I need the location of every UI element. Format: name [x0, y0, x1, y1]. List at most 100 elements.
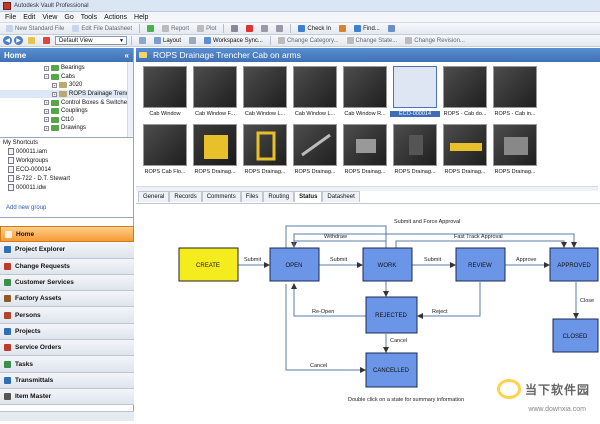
thumbnail-item[interactable]: ROPS Drainag...	[240, 124, 290, 175]
new-standard-file-button[interactable]: New Standard File	[3, 24, 67, 34]
change-category-button[interactable]: Change Category...	[275, 36, 342, 46]
label-fast-track-approval: Fast Track Approval	[454, 234, 503, 240]
tree-item-ct10[interactable]: + Ct10	[0, 116, 133, 125]
tree-item-rops-drainage[interactable]: + ROPS Drainage Trench	[0, 89, 133, 99]
tab-records[interactable]: Records	[169, 191, 202, 202]
expand-icon[interactable]: +	[44, 117, 49, 123]
tab-comments[interactable]: Comments	[201, 191, 241, 202]
check-in-button[interactable]: Check In	[295, 24, 334, 34]
find-button[interactable]: Find...	[351, 24, 383, 34]
menu-actions[interactable]: Actions	[104, 14, 127, 21]
shortcut-item[interactable]: 000011.iam	[3, 147, 130, 156]
edit-file-datasheet-button[interactable]: Edit File Datasheet	[69, 24, 135, 34]
tab-routing[interactable]: Routing	[263, 191, 295, 202]
shortcut-item[interactable]: 000011.idw	[3, 183, 130, 192]
thumbnail-item[interactable]: Cab Window	[140, 66, 190, 117]
menu-bar: File Edit View Go Tools Actions Help	[0, 12, 600, 23]
expand-icon[interactable]: +	[52, 82, 57, 88]
nav-persons[interactable]: Persons	[0, 307, 134, 324]
add-new-group-link[interactable]: Add new group	[6, 205, 46, 211]
folder-up-icon	[28, 37, 35, 44]
thumbnail-item[interactable]: Cab Window F...	[190, 66, 240, 117]
thumbnail-item-selected[interactable]: ECO-000014	[390, 66, 440, 117]
menu-view[interactable]: View	[42, 14, 57, 21]
main-toolbar: New Standard File Edit File Datasheet Re…	[0, 23, 600, 35]
menu-edit[interactable]: Edit	[23, 14, 35, 21]
shortcut-item[interactable]: B-722 - D.T. Stewart	[3, 174, 130, 183]
thumbnail-item[interactable]: ROPS Drainag...	[490, 124, 540, 175]
check-out-button[interactable]	[336, 24, 349, 34]
expand-icon[interactable]: +	[44, 125, 49, 131]
thumbnail-item[interactable]: ROPS - Cab in...	[490, 66, 540, 117]
workspace-sync-button[interactable]: Workspace Sync...	[201, 36, 266, 46]
state-approved-label: APPROVED	[557, 263, 591, 269]
check-in-icon	[298, 25, 306, 32]
tab-general[interactable]: General	[138, 191, 170, 202]
shortcut-item[interactable]: ECO-000014	[3, 165, 130, 174]
back-button[interactable]: ◀	[3, 36, 12, 45]
thumbnail-item[interactable]: ROPS Cab Flo...	[140, 124, 190, 175]
home-button[interactable]	[40, 36, 53, 46]
nav-change-requests[interactable]: Change Requests	[0, 258, 134, 275]
nav-item-master[interactable]: Item Master	[0, 388, 134, 406]
thumbnail-item[interactable]: Cab Window L...	[240, 66, 290, 117]
tree-item-drawings[interactable]: + Drawings	[0, 124, 133, 133]
thumbnail-item[interactable]: ROPS Drainag...	[190, 124, 240, 175]
copy-button[interactable]	[258, 24, 271, 34]
collapse-chevron-icon[interactable]: «	[125, 51, 129, 60]
nav-transmittals[interactable]: Transmittals	[0, 372, 134, 389]
menu-file[interactable]: File	[5, 14, 16, 21]
collapse-icon[interactable]: −	[44, 74, 49, 80]
up-level-button[interactable]	[25, 36, 38, 46]
nav-customer-services[interactable]: Customer Services	[0, 274, 134, 292]
tree-item-control-boxes[interactable]: + Control Boxes & Switches	[0, 98, 133, 107]
tree-item-3020[interactable]: +3020	[0, 81, 133, 90]
nav-project-explorer[interactable]: Project Explorer	[0, 242, 134, 259]
shortcut-item[interactable]: Workgroups	[3, 156, 130, 165]
tree-item-bearings[interactable]: + Bearings	[0, 64, 133, 73]
tree-item-couplings[interactable]: + Couplings	[0, 107, 133, 116]
thumbnail-item[interactable]: Cab Window L...	[290, 66, 340, 117]
menu-go[interactable]: Go	[64, 14, 73, 21]
thumbnail-item[interactable]: ROPS Drainag...	[390, 124, 440, 175]
label-submit: Submit	[244, 257, 262, 263]
expand-icon[interactable]: +	[44, 100, 49, 106]
layout-button[interactable]: Layout	[151, 36, 184, 46]
expand-icon[interactable]: +	[52, 91, 57, 97]
thumbnail-item[interactable]: ROPS Drainag...	[290, 124, 340, 175]
nav-home[interactable]: Home	[0, 226, 134, 243]
nav-service-orders[interactable]: Service Orders	[0, 340, 134, 357]
toolbar-divider	[290, 24, 292, 33]
filter-button[interactable]	[186, 36, 199, 46]
expand-icon[interactable]: +	[44, 65, 49, 71]
arrow-left-icon: ◀	[5, 38, 10, 44]
project-explorer-icon	[4, 246, 11, 254]
refresh-button[interactable]	[144, 24, 157, 34]
menu-help[interactable]: Help	[134, 14, 148, 21]
report-button[interactable]: Report	[159, 24, 192, 34]
delete-button[interactable]	[243, 24, 256, 34]
expand-icon[interactable]: +	[44, 108, 49, 114]
thumbnail-item[interactable]: ROPS - Cab do...	[440, 66, 490, 117]
thumbnail-item[interactable]: ROPS Drainag...	[340, 124, 390, 175]
view-icons-button[interactable]	[136, 36, 149, 46]
thumbnail-item[interactable]: ROPS Drainag...	[440, 124, 490, 175]
tree-item-cabs[interactable]: − Cabs	[0, 73, 133, 82]
forward-button[interactable]: ▶	[14, 36, 23, 45]
change-state-button[interactable]: Change State...	[344, 36, 401, 46]
nav-factory-assets[interactable]: Factory Assets	[0, 291, 134, 308]
plot-button[interactable]: Plot	[194, 24, 219, 34]
tree-scrollbar[interactable]	[127, 62, 133, 137]
nav-tasks[interactable]: Tasks	[0, 356, 134, 373]
print-button[interactable]	[228, 24, 241, 34]
search-button[interactable]	[385, 24, 398, 34]
change-revision-button[interactable]: Change Revision...	[402, 36, 468, 46]
tab-status[interactable]: Status	[294, 191, 323, 202]
thumbnail-item[interactable]: Cab Window R...	[340, 66, 390, 117]
tab-datasheet[interactable]: Datasheet	[322, 191, 360, 202]
view-select[interactable]: Default View ▼	[55, 36, 127, 45]
paste-button[interactable]	[273, 24, 286, 34]
tab-files[interactable]: Files	[240, 191, 264, 202]
nav-projects[interactable]: Projects	[0, 323, 134, 341]
menu-tools[interactable]: Tools	[81, 14, 97, 21]
